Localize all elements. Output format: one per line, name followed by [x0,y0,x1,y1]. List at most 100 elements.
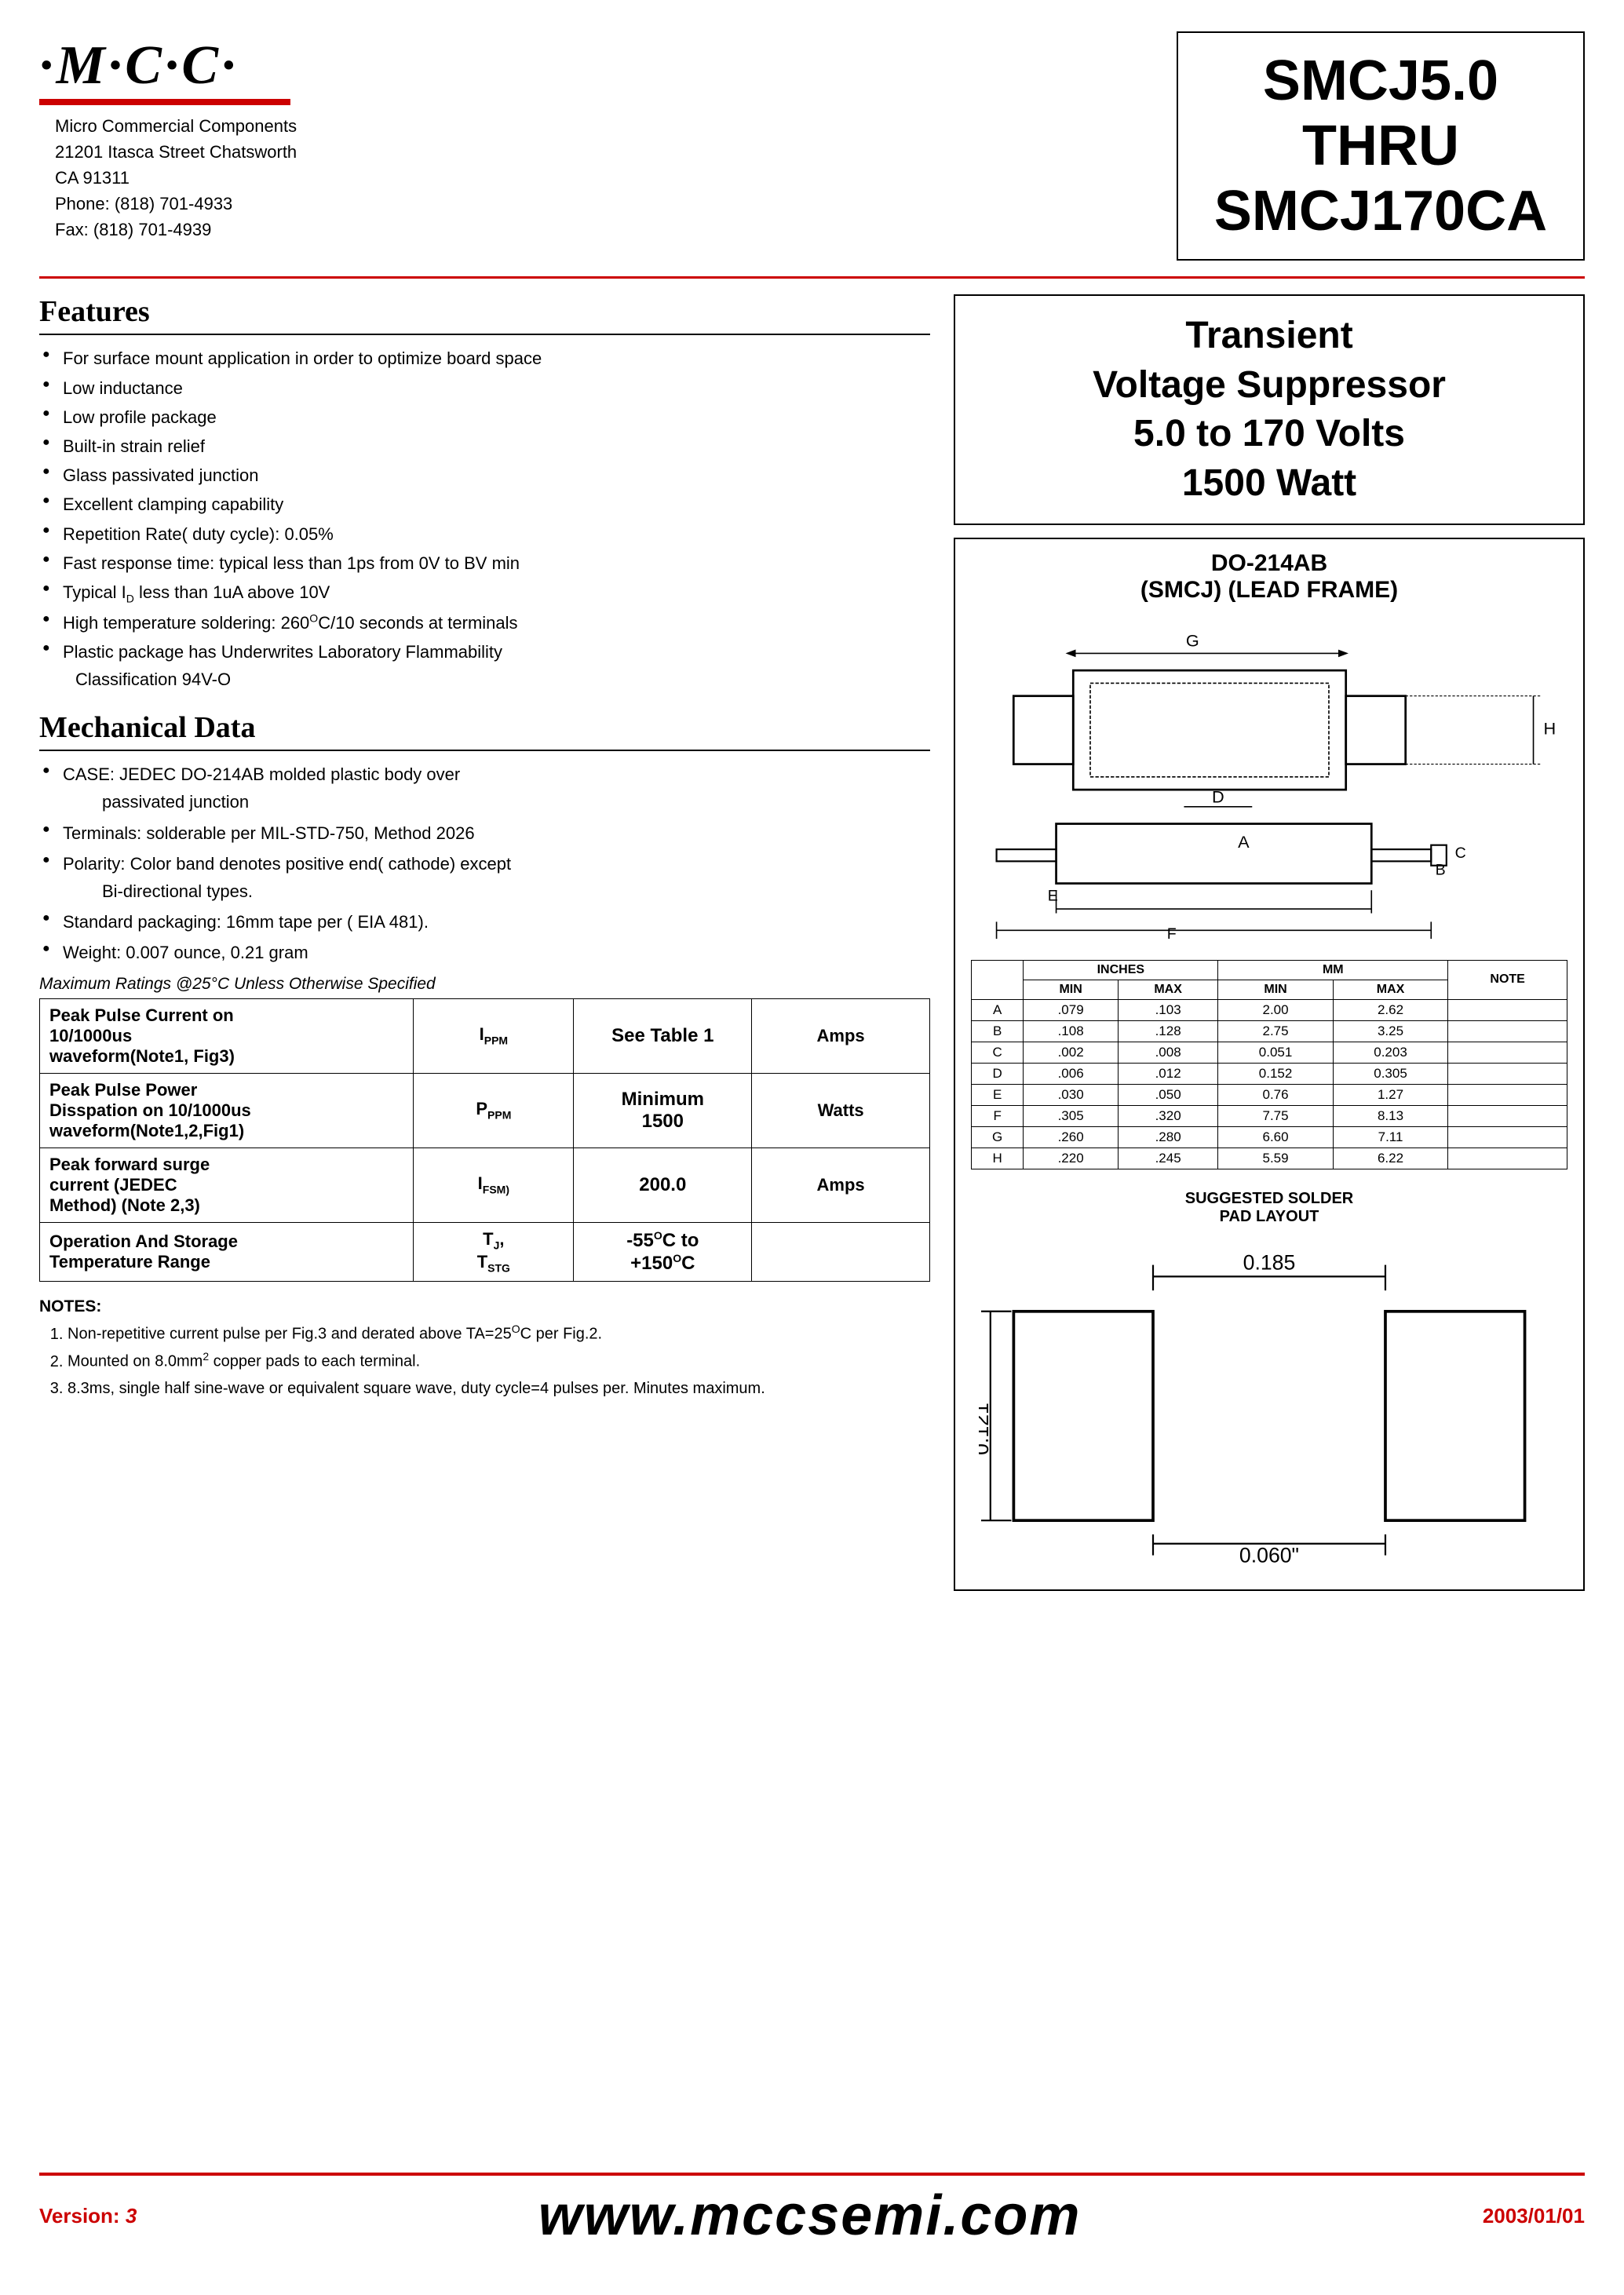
rating-sym-1: IPPM [414,998,574,1073]
logo-block: ·M·C·C· Micro Commercial Components 2120… [39,31,297,243]
table-row: Peak forward surgecurrent (JEDECMethod) … [40,1148,930,1222]
company-phone: Phone: (818) 701-4933 [55,191,297,217]
dim-max-in: MAX [1118,980,1217,999]
svg-text:C: C [1455,845,1466,862]
note-1: Non-repetitive current pulse per Fig.3 a… [68,1320,930,1348]
dim-min-in: MIN [1024,980,1119,999]
mech-1: CASE: JEDEC DO-214AB molded plastic body… [39,761,930,815]
feature-11: Plastic package has Underwrites Laborato… [39,638,930,693]
website-text: www.mccsemi.com [538,2184,1082,2248]
rating-sym-3: IFSM) [414,1148,574,1222]
rating-unit-1: Amps [752,998,930,1073]
feature-7: Repetition Rate( duty cycle): 0.05% [39,520,930,548]
feature-9: Typical ID less than 1uA above 10V [39,578,930,608]
dim-col-dm [972,960,1024,999]
rating-unit-3: Amps [752,1148,930,1222]
dim-row-g: G.260.2806.607.11 [972,1126,1567,1148]
notes-section: NOTES: Non-repetitive current pulse per … [39,1293,930,1402]
table-row: Peak Pulse Current on10/1000uswaveform(N… [40,998,930,1073]
rating-sym-2: PPPM [414,1073,574,1148]
dim-col-mm: MM [1218,960,1448,980]
mech-2: Terminals: solderable per MIL-STD-750, M… [39,819,930,847]
dim-row-b: B.108.1282.753.25 [972,1020,1567,1042]
dim-header-groups: INCHES MM NOTE [972,960,1567,980]
dim-row-h: H.220.2455.596.22 [972,1148,1567,1169]
dim-row-f: F.305.3207.758.13 [972,1105,1567,1126]
dim-col-inches: INCHES [1024,960,1218,980]
website-url: www.mccsemi.com [538,2184,1082,2247]
dim-min-mm: MIN [1218,980,1333,999]
mechanical-section: Mechanical Data CASE: JEDEC DO-214AB mol… [39,710,930,1401]
rating-val-1: See Table 1 [574,998,752,1073]
ratings-table: Peak Pulse Current on10/1000uswaveform(N… [39,998,930,1282]
rating-label-4: Operation And StorageTemperature Range [40,1222,414,1281]
max-ratings-text: Maximum Ratings @25°C Unless Otherwise S… [39,975,930,994]
top-header: ·M·C·C· Micro Commercial Components 2120… [39,31,1585,279]
company-fax: Fax: (818) 701-4939 [55,217,297,243]
mech-3: Polarity: Color band denotes positive en… [39,850,930,905]
svg-text:D: D [1212,786,1224,806]
features-section: Features For surface mount application i… [39,294,930,695]
package-block: DO-214AB(SMCJ) (LEAD FRAME) G [954,538,1585,1591]
right-column: TransientVoltage Suppressor5.0 to 170 Vo… [954,294,1585,2149]
transient-block: TransientVoltage Suppressor5.0 to 170 Vo… [954,294,1585,525]
footer-date: 2003/01/01 [1483,2204,1585,2228]
version-block: Version: 3 [39,2204,137,2228]
dim-row-e: E.030.0500.761.27 [972,1084,1567,1105]
transient-title: TransientVoltage Suppressor5.0 to 170 Vo… [979,312,1560,508]
svg-text:0.185: 0.185 [1243,1250,1296,1274]
version-number: 3 [126,2204,137,2228]
mechanical-title: Mechanical Data [39,710,930,751]
solder-title: SUGGESTED SOLDERPAD LAYOUT [979,1190,1560,1226]
svg-text:0.121": 0.121" [979,1395,993,1454]
rating-label-3: Peak forward surgecurrent (JEDECMethod) … [40,1148,414,1222]
feature-4: Built-in strain relief [39,432,930,460]
company-name: Micro Commercial Components [55,113,297,139]
logo-text: ·M·C·C· [39,31,239,94]
solder-section: SUGGESTED SOLDERPAD LAYOUT 0.185 [971,1182,1567,1578]
rating-label-1: Peak Pulse Current on10/1000uswaveform(N… [40,998,414,1073]
feature-6: Excellent clamping capability [39,491,930,518]
note-3: 8.3ms, single half sine-wave or equivale… [68,1375,930,1402]
mech-5: Weight: 0.007 ounce, 0.21 gram [39,939,930,966]
logo-red-bar [39,99,290,105]
rating-val-3: 200.0 [574,1148,752,1222]
part-number-block: SMCJ5.0THRUSMCJ170CA [1177,31,1585,261]
note-2: Mounted on 8.0mm2 copper pads to each te… [68,1348,930,1375]
mech-4: Standard packaging: 16mm tape per ( EIA … [39,908,930,936]
notes-title: NOTES: [39,1293,930,1321]
dim-row-c: C.002.0080.0510.203 [972,1042,1567,1063]
rating-val-4: -55OC to+150OC [574,1222,752,1281]
main-content: Features For surface mount application i… [39,294,1585,2149]
bottom-bar: Version: 3 www.mccsemi.com 2003/01/01 [39,2173,1585,2248]
table-row: Peak Pulse PowerDisspation on 10/1000usw… [40,1073,930,1148]
company-address2: CA 91311 [55,165,297,191]
version-label: Version: [39,2204,126,2228]
dim-row-d: D.006.0120.1520.305 [972,1063,1567,1084]
feature-1: For surface mount application in order t… [39,345,930,372]
features-title: Features [39,294,930,335]
rating-unit-4 [752,1222,930,1281]
company-info: Micro Commercial Components 21201 Itasca… [39,113,297,243]
table-row: Operation And StorageTemperature Range T… [40,1222,930,1281]
svg-text:0.060": 0.060" [1239,1543,1299,1567]
mechanical-list: CASE: JEDEC DO-214AB molded plastic body… [39,761,930,966]
component-diagram: G H D [971,619,1567,943]
rating-unit-2: Watts [752,1073,930,1148]
feature-10: High temperature soldering: 260OC/10 sec… [39,609,930,637]
svg-text:H: H [1544,719,1556,739]
dim-max-mm: MAX [1333,980,1447,999]
svg-text:G: G [1186,631,1199,651]
feature-8: Fast response time: typical less than 1p… [39,549,930,577]
features-list: For surface mount application in order t… [39,345,930,693]
feature-5: Glass passivated junction [39,462,930,489]
left-column: Features For surface mount application i… [39,294,930,2149]
dim-col-note: NOTE [1448,960,1567,999]
rating-label-2: Peak Pulse PowerDisspation on 10/1000usw… [40,1073,414,1148]
dimensions-table: INCHES MM NOTE MIN MAX MIN MAX A.079.103… [971,960,1567,1169]
solder-diagram: 0.185 0.121" 0.060" [979,1242,1560,1567]
dim-row-a: A.079.1032.002.62 [972,999,1567,1020]
package-title: DO-214AB(SMCJ) (LEAD FRAME) [971,550,1567,604]
svg-text:A: A [1238,832,1250,852]
svg-text:B: B [1436,862,1446,879]
